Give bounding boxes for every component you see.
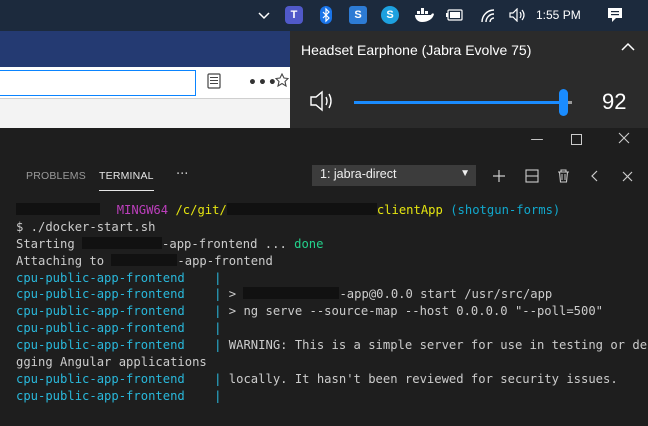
redacted-text: x bbox=[243, 287, 340, 300]
terminal-line: cpu-public-app-frontend | WARNING: This … bbox=[16, 338, 648, 353]
terminal-line: gging Angular applications bbox=[16, 355, 207, 370]
terminal-line: cpu-public-app-frontend | > x-app@0.0.0 … bbox=[16, 287, 553, 302]
teams-icon[interactable]: T bbox=[285, 6, 303, 24]
terminal-line: Starting x-app-frontend ... done bbox=[16, 236, 324, 251]
terminal-line: cpu-public-app-frontend | > ng serve --s… bbox=[16, 304, 604, 319]
split-terminal-icon[interactable] bbox=[522, 166, 542, 186]
terminal-line: cpu-public-app-frontend | bbox=[16, 321, 222, 336]
volume-slider-remaining[interactable] bbox=[568, 101, 572, 104]
address-bar[interactable] bbox=[0, 70, 196, 96]
browser-toolbar: ••• bbox=[0, 67, 290, 99]
more-actions-icon[interactable]: ··· bbox=[176, 167, 188, 182]
taskbar: T S S 1:55 PM bbox=[0, 0, 648, 31]
volume-slider-thumb[interactable] bbox=[559, 89, 568, 116]
tab-terminal[interactable]: TERMINAL bbox=[99, 170, 154, 191]
terminal-line: Attaching to x-app-frontend bbox=[16, 253, 273, 268]
volume-flyout: Headset Earphone (Jabra Evolve 75) 92 bbox=[290, 31, 648, 128]
minimize-icon[interactable]: — bbox=[527, 132, 547, 147]
docker-icon[interactable] bbox=[414, 5, 434, 25]
page-actions-icon[interactable]: ••• bbox=[248, 75, 278, 91]
skype-icon[interactable]: S bbox=[381, 6, 399, 24]
clock[interactable]: 1:55 PM bbox=[536, 8, 581, 22]
terminal-line: cpu-public-app-frontend | locally. It ha… bbox=[16, 371, 618, 386]
notification-icon[interactable] bbox=[605, 5, 625, 25]
terminal-line: x-5GVNV2 MINGW64 /c/git/xclientApp (shot… bbox=[16, 202, 648, 219]
terminal-line: cpu-public-app-frontend | bbox=[16, 270, 222, 285]
s-app-icon[interactable]: S bbox=[349, 6, 367, 24]
browser-content-strip bbox=[0, 99, 290, 128]
bookmark-icon[interactable] bbox=[274, 72, 290, 91]
audio-device-name[interactable]: Headset Earphone (Jabra Evolve 75) bbox=[301, 42, 531, 58]
redacted-text: x bbox=[82, 236, 163, 249]
volume-icon[interactable] bbox=[508, 5, 528, 25]
close-panel-icon[interactable] bbox=[617, 166, 637, 186]
chevron-left-icon[interactable] bbox=[585, 166, 605, 186]
redacted-text: x bbox=[111, 253, 178, 266]
chevron-up-icon[interactable] bbox=[621, 40, 635, 56]
terminal-output[interactable]: x-5GVNV2 MINGW64 /c/git/xclientApp (shot… bbox=[0, 194, 648, 426]
bluetooth-icon[interactable] bbox=[316, 5, 336, 25]
wifi-icon[interactable] bbox=[478, 5, 498, 25]
redacted-text: x bbox=[226, 203, 377, 215]
terminal-line: cpu-public-app-frontend | bbox=[16, 388, 222, 403]
maximize-icon[interactable] bbox=[566, 134, 586, 149]
trash-icon[interactable] bbox=[553, 166, 573, 186]
terminal-line: $ ./docker-start.sh bbox=[16, 219, 156, 234]
close-window-icon[interactable] bbox=[614, 132, 634, 148]
redacted-text: x bbox=[16, 203, 100, 215]
volume-slider-track[interactable] bbox=[354, 101, 564, 104]
volume-level: 92 bbox=[602, 89, 627, 114]
chevron-up-icon[interactable] bbox=[254, 5, 274, 25]
tab-problems[interactable]: PROBLEMS bbox=[26, 170, 86, 182]
terminal-select[interactable]: 1: jabra-direct ▼ bbox=[312, 165, 476, 186]
editor-window-titlebar: — bbox=[0, 128, 648, 158]
reader-view-icon[interactable] bbox=[207, 73, 221, 93]
caret-down-icon: ▼ bbox=[460, 168, 470, 179]
new-terminal-icon[interactable] bbox=[489, 166, 509, 186]
battery-icon[interactable] bbox=[445, 5, 465, 25]
background-window-tabstrip bbox=[0, 31, 290, 67]
terminal-select-value: 1: jabra-direct bbox=[320, 167, 397, 181]
speaker-icon[interactable] bbox=[309, 89, 337, 113]
